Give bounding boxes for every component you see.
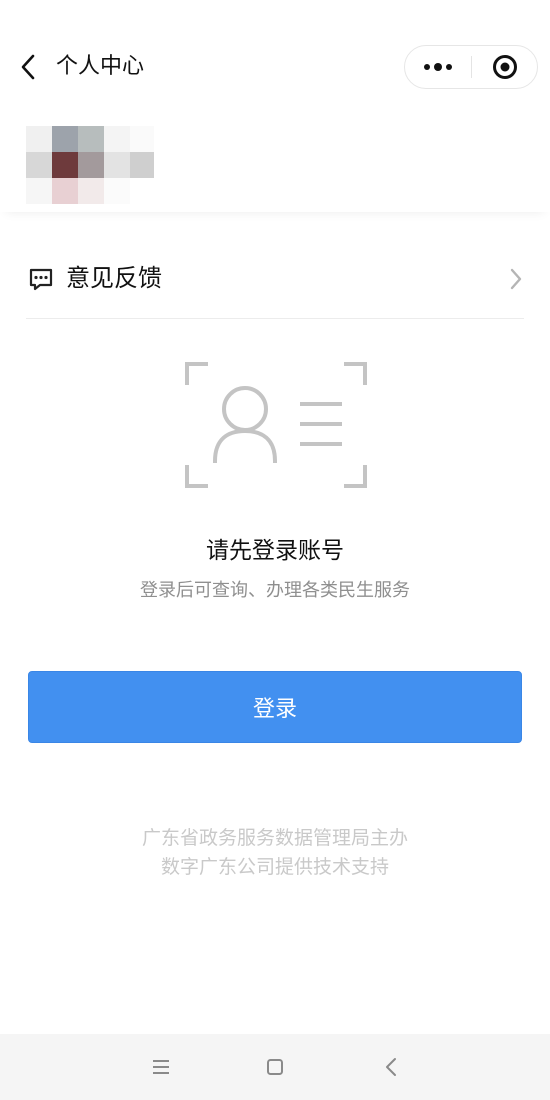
login-button[interactable]: 登录 xyxy=(28,671,522,743)
user-id-scan-icon xyxy=(185,362,367,488)
chevron-left-icon xyxy=(21,54,35,80)
close-miniprogram-button[interactable] xyxy=(472,46,538,88)
chevron-right-icon xyxy=(510,268,522,290)
more-button[interactable] xyxy=(405,46,471,88)
page-title: 个人中心 xyxy=(56,54,145,79)
feedback-label: 意见反馈 xyxy=(66,264,162,292)
login-prompt-title: 请先登录账号 xyxy=(206,538,344,564)
back-button[interactable] xyxy=(14,50,42,84)
avatar xyxy=(26,126,154,204)
home-nav-button[interactable] xyxy=(262,1054,288,1080)
message-dots-icon xyxy=(29,268,53,291)
menu-nav-button[interactable] xyxy=(148,1054,174,1080)
chevron-left-icon xyxy=(386,1058,396,1076)
square-home-icon xyxy=(267,1059,283,1075)
login-prompt-subtitle: 登录后可查询、办理各类民生服务 xyxy=(140,580,410,601)
menu-lines-icon xyxy=(153,1060,169,1074)
feedback-row[interactable]: 意见反馈 xyxy=(26,244,524,319)
footer-sponsor: 广东省政务服务数据管理局主办 xyxy=(141,827,408,849)
footer-support: 数字广东公司提供技术支持 xyxy=(160,856,389,878)
back-nav-button[interactable] xyxy=(378,1054,404,1080)
miniprogram-capsule xyxy=(404,45,538,89)
system-nav-bar xyxy=(0,1034,550,1100)
target-circle-icon xyxy=(493,55,517,79)
more-dots-icon xyxy=(424,63,452,71)
profile-header: 个人中心 xyxy=(0,0,550,212)
